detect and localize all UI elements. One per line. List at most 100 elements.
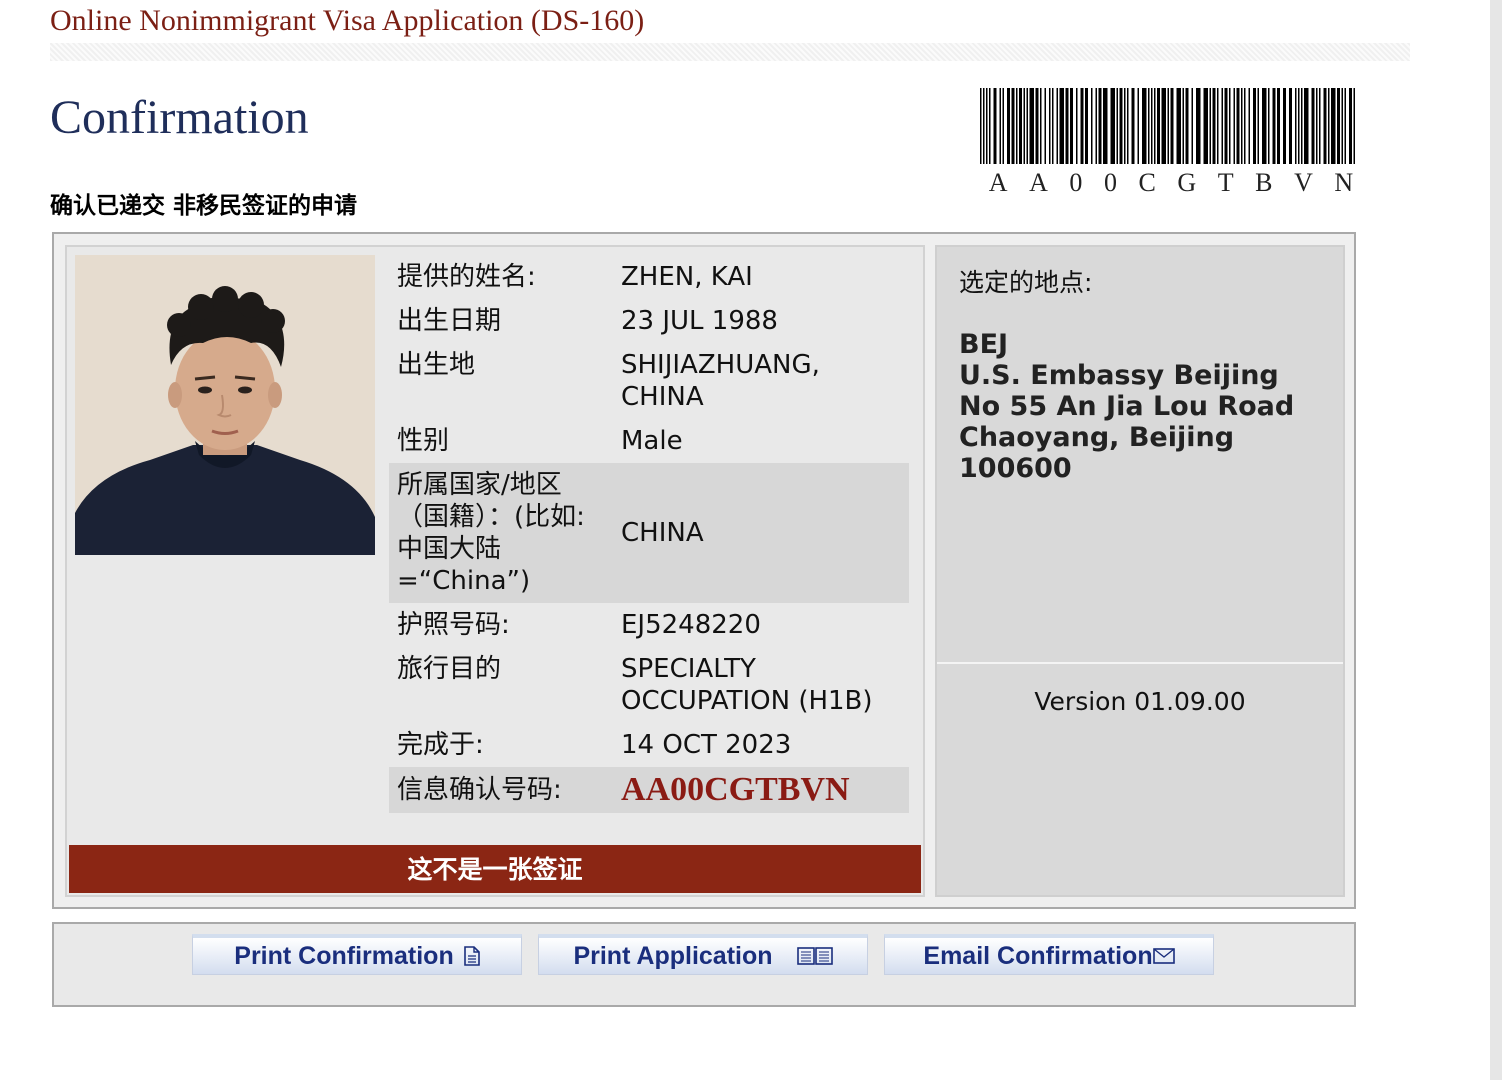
barcode-bar <box>1026 88 1028 164</box>
barcode-bar <box>1311 88 1315 164</box>
barcode-bar <box>1233 88 1235 164</box>
barcode-bar <box>1353 88 1355 164</box>
print-confirmation-label: Print Confirmation <box>234 941 454 970</box>
barcode-bar <box>1203 88 1208 164</box>
not-a-visa-banner: 这不是一张签证 <box>69 845 921 893</box>
barcode-bar <box>999 88 1001 164</box>
applicant-panel: 提供的姓名: ZHEN, KAI 出生日期 23 JUL 1988 出生地 SH… <box>65 245 925 897</box>
barcode-bar <box>1142 88 1147 164</box>
barcode-bar <box>1316 88 1318 164</box>
barcode-char: T <box>1217 168 1234 197</box>
barcode-bar <box>1176 88 1181 164</box>
barcode-char: A <box>1029 168 1048 197</box>
barcode-bar <box>1059 88 1064 164</box>
email-confirmation-button[interactable]: Email Confirmation <box>884 934 1214 975</box>
info-label: 护照号码: <box>397 610 510 640</box>
info-row-name: 提供的姓名: ZHEN, KAI <box>389 255 909 299</box>
confirmation-panel: 提供的姓名: ZHEN, KAI 出生日期 23 JUL 1988 出生地 SH… <box>52 232 1356 909</box>
info-row-passport: 护照号码: EJ5248220 <box>389 603 909 647</box>
barcode-char: A <box>988 168 1008 197</box>
barcode-bar <box>1253 88 1256 164</box>
barcode-bar <box>1131 88 1135 164</box>
barcode-bar <box>1076 88 1078 164</box>
barcode-bar <box>1011 88 1015 164</box>
barcode-bar <box>989 88 991 164</box>
barcode-bar <box>1349 88 1352 164</box>
barcode-bars <box>980 88 1355 164</box>
barcode-char: G <box>1177 168 1197 197</box>
barcode-bar <box>1151 88 1153 164</box>
applicant-info-table: 提供的姓名: ZHEN, KAI 出生日期 23 JUL 1988 出生地 SH… <box>389 255 909 813</box>
info-value: SHIJIAZHUANG, CHINA <box>621 350 820 412</box>
barcode-bar <box>1110 88 1115 164</box>
barcode-bar <box>1070 88 1073 164</box>
barcode-bar <box>1221 88 1223 164</box>
barcode-bar <box>1229 88 1231 164</box>
barcode-bar <box>1182 88 1184 164</box>
barcode-bar <box>1236 88 1240 164</box>
barcode-bar <box>1328 88 1330 164</box>
barcode-bar <box>1289 88 1292 164</box>
info-value: ZHEN, KAI <box>621 262 753 292</box>
barcode-bar <box>980 88 982 164</box>
barcode-bar <box>1319 88 1321 164</box>
barcode-bar <box>1272 88 1276 164</box>
info-value: 14 OCT 2023 <box>621 730 792 760</box>
barcode-bar <box>1148 88 1150 164</box>
book-icon <box>796 947 833 965</box>
info-value: CHINA <box>621 518 704 548</box>
info-row-completed: 完成于: 14 OCT 2023 <box>389 723 909 767</box>
barcode-bar <box>1341 88 1343 164</box>
location-code: BEJ <box>959 329 1009 360</box>
info-label: 信息确认号码: <box>397 775 562 805</box>
barcode-bar <box>1157 88 1160 164</box>
barcode-bar <box>1127 88 1129 164</box>
barcode: AA00CGTBVN <box>978 88 1364 198</box>
print-application-label: Print Application <box>573 941 773 970</box>
print-confirmation-button[interactable]: Print Confirmation <box>192 934 522 975</box>
info-label: 性别 <box>397 426 450 456</box>
barcode-bar <box>1304 88 1309 164</box>
barcode-char: 0 <box>1069 168 1083 197</box>
barcode-bar <box>1049 88 1051 164</box>
barcode-char: N <box>1334 168 1354 197</box>
location-divider <box>937 662 1343 664</box>
barcode-text: AA00CGTBVN <box>978 168 1364 198</box>
location-name: U.S. Embassy Beijing <box>959 360 1279 391</box>
actions-bar: Print Confirmation Print Application Ema… <box>52 922 1356 1007</box>
barcode-bar <box>983 88 985 164</box>
info-value: Male <box>621 426 683 456</box>
info-value: SPECIALTY OCCUPATION (H1B) <box>621 654 873 716</box>
info-label: 出生日期 <box>397 306 502 336</box>
info-row-dob: 出生日期 23 JUL 1988 <box>389 299 909 343</box>
info-row-birthplace: 出生地 SHIJIAZHUANG, CHINA <box>389 343 909 419</box>
info-label: 旅行目的 <box>397 654 502 684</box>
barcode-bar <box>1244 88 1246 164</box>
barcode-bar <box>1277 88 1280 164</box>
barcode-bar <box>1224 88 1228 164</box>
barcode-bar <box>1337 88 1340 164</box>
barcode-bar <box>1137 88 1139 164</box>
barcode-bar <box>1023 88 1025 164</box>
barcode-bar <box>993 88 997 164</box>
barcode-bar <box>1056 88 1058 164</box>
barcode-bar <box>1095 88 1097 164</box>
barcode-bar <box>1002 88 1004 164</box>
info-row-purpose: 旅行目的 SPECIALTY OCCUPATION (H1B) <box>389 647 909 723</box>
barcode-bar <box>1052 88 1054 164</box>
barcode-bar <box>1019 88 1022 164</box>
info-value: 23 JUL 1988 <box>621 306 778 336</box>
barcode-char: 0 <box>1103 168 1117 197</box>
barcode-bar <box>1007 88 1010 164</box>
document-icon <box>463 946 480 966</box>
envelope-icon <box>1152 948 1175 964</box>
info-label: 完成于: <box>397 730 484 760</box>
email-confirmation-label: Email Confirmation <box>923 941 1153 970</box>
barcode-bar <box>1301 88 1303 164</box>
barcode-bar <box>1116 88 1118 164</box>
location-label: 选定的地点: <box>959 268 1093 297</box>
barcode-bar <box>1212 88 1216 164</box>
barcode-char: C <box>1138 168 1156 197</box>
barcode-bar <box>1191 88 1193 164</box>
print-application-button[interactable]: Print Application <box>538 934 868 975</box>
